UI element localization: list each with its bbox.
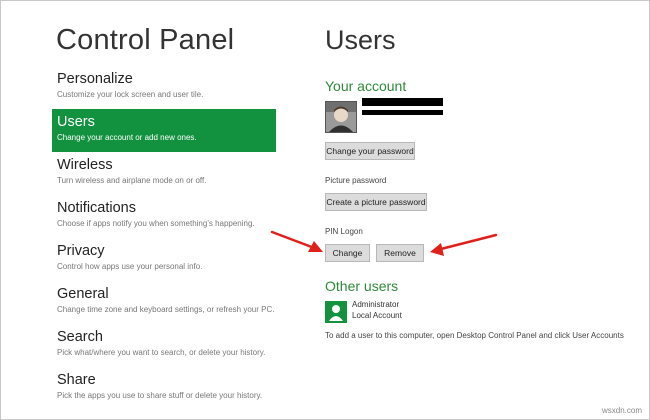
arrow-to-change-icon bbox=[270, 230, 323, 252]
annotation-arrows bbox=[270, 230, 498, 256]
arrow-to-remove-icon bbox=[430, 233, 498, 256]
